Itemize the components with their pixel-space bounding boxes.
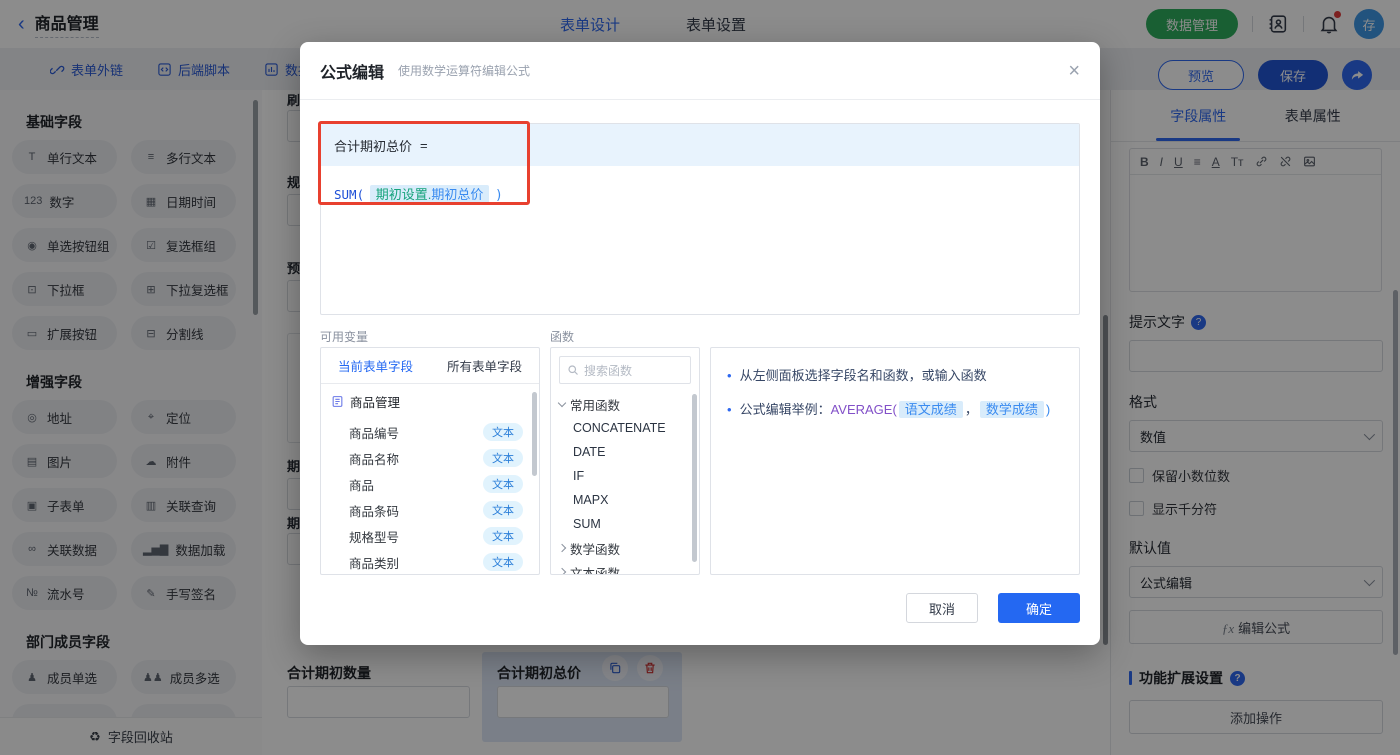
functions-section-label: 函数 [550, 330, 575, 344]
chip-subform-name: 期初设置 [375, 187, 428, 202]
dialog-subtitle: 使用数学运算符编辑公式 [398, 64, 531, 78]
variables-panel: 当前表单字段 所有表单字段 商品管理 商品编号 文本 商品名称 文本 商品 文本 商品… [320, 347, 540, 575]
variable-row[interactable]: 商品 文本 [331, 471, 531, 497]
tip-chip-chinese: 语文成绩 [898, 400, 963, 418]
tip-chip-math: 数学成绩 [979, 400, 1044, 418]
variable-type-badge: 文本 [483, 423, 523, 441]
tab-all-form-fields[interactable]: 所有表单字段 [430, 348, 539, 383]
formula-equals: = [420, 137, 428, 153]
tip-close-paren: ) [1045, 401, 1051, 417]
variable-row[interactable]: 商品编号 文本 [331, 419, 531, 445]
variables-scrollbar[interactable] [532, 392, 537, 476]
variable-row[interactable]: 规格型号 文本 [331, 523, 531, 549]
variable-type-badge: 文本 [483, 449, 523, 467]
variable-type-badge: 文本 [483, 475, 523, 493]
formula-function-open: SUM( [334, 187, 365, 202]
variable-root-label: 商品管理 [350, 396, 401, 410]
variable-name: 商品条码 [349, 504, 400, 519]
tip-example-function: AVERAGE( [830, 401, 897, 417]
variable-name: 商品编号 [349, 426, 400, 441]
function-item-if[interactable]: IF [551, 464, 699, 488]
variable-tree-root[interactable]: 商品管理 [331, 392, 531, 411]
function-search-input[interactable]: 搜索函数 [559, 356, 691, 384]
tip-line-1: 从左侧面板选择字段名和函数，或输入函数 [739, 368, 987, 383]
tips-panel: 从左侧面板选择字段名和函数，或输入函数 公式编辑举例：AVERAGE(语文成绩，… [710, 347, 1080, 575]
chevron-open-icon [557, 398, 567, 407]
variable-row[interactable]: 商品条码 文本 [331, 497, 531, 523]
tip-comma: ， [964, 401, 978, 417]
variable-type-badge: 文本 [483, 501, 523, 519]
function-group-label: 常用函数 [570, 398, 621, 413]
form-doc-icon [332, 396, 343, 407]
function-search-placeholder: 搜索函数 [584, 363, 633, 378]
chip-field-name: 期初总价 [431, 187, 484, 202]
formula-field-chip[interactable]: 期初设置.期初总价 [369, 185, 490, 204]
variable-name: 商品名称 [349, 452, 400, 467]
formula-target: 合计期初总价 [334, 138, 413, 154]
function-group-common[interactable]: 常用函数 [551, 392, 699, 416]
functions-panel: 搜索函数 常用函数 CONCATENATE DATE IF MAPX SUM 数… [550, 347, 700, 575]
function-item-mapx[interactable]: MAPX [551, 488, 699, 512]
variables-section-label: 可用变量 [320, 330, 369, 344]
formula-function-close: ) [495, 188, 503, 203]
variable-type-badge: 文本 [483, 527, 523, 545]
chevron-closed-icon [557, 567, 567, 574]
variable-name: 商品 [349, 478, 375, 493]
functions-scrollbar[interactable] [692, 394, 697, 562]
function-item-sum[interactable]: SUM [551, 512, 699, 536]
function-group-text[interactable]: 文本函数 [551, 560, 699, 575]
function-item-concatenate[interactable]: CONCATENATE [551, 416, 699, 440]
variable-row[interactable]: 商品类别 文本 [331, 549, 531, 574]
confirm-button[interactable]: 确定 [998, 593, 1080, 623]
function-item-date[interactable]: DATE [551, 440, 699, 464]
formula-edit-dialog: 公式编辑 使用数学运算符编辑公式 × 合计期初总价 = SUM( 期初设置.期初… [300, 42, 1100, 645]
tab-current-form-fields[interactable]: 当前表单字段 [321, 348, 430, 383]
dialog-title: 公式编辑 [320, 64, 385, 82]
close-icon[interactable]: × [1068, 61, 1080, 81]
tip-example-prefix: 公式编辑举例： [739, 401, 831, 417]
variable-type-badge: 文本 [483, 553, 523, 571]
function-group-math[interactable]: 数学函数 [551, 536, 699, 560]
cancel-button[interactable]: 取消 [906, 593, 978, 623]
search-icon [568, 365, 578, 375]
formula-editor[interactable]: 合计期初总价 = SUM( 期初设置.期初总价 ) [320, 123, 1080, 315]
function-group-label: 文本函数 [570, 566, 621, 575]
variable-name: 规格型号 [349, 530, 400, 545]
tip-line-2: 公式编辑举例：AVERAGE(语文成绩，数学成绩) [739, 400, 1051, 420]
variable-name: 商品类别 [349, 556, 400, 571]
variable-row[interactable]: 商品名称 文本 [331, 445, 531, 471]
function-group-label: 数学函数 [570, 542, 621, 557]
chevron-closed-icon [557, 543, 567, 553]
